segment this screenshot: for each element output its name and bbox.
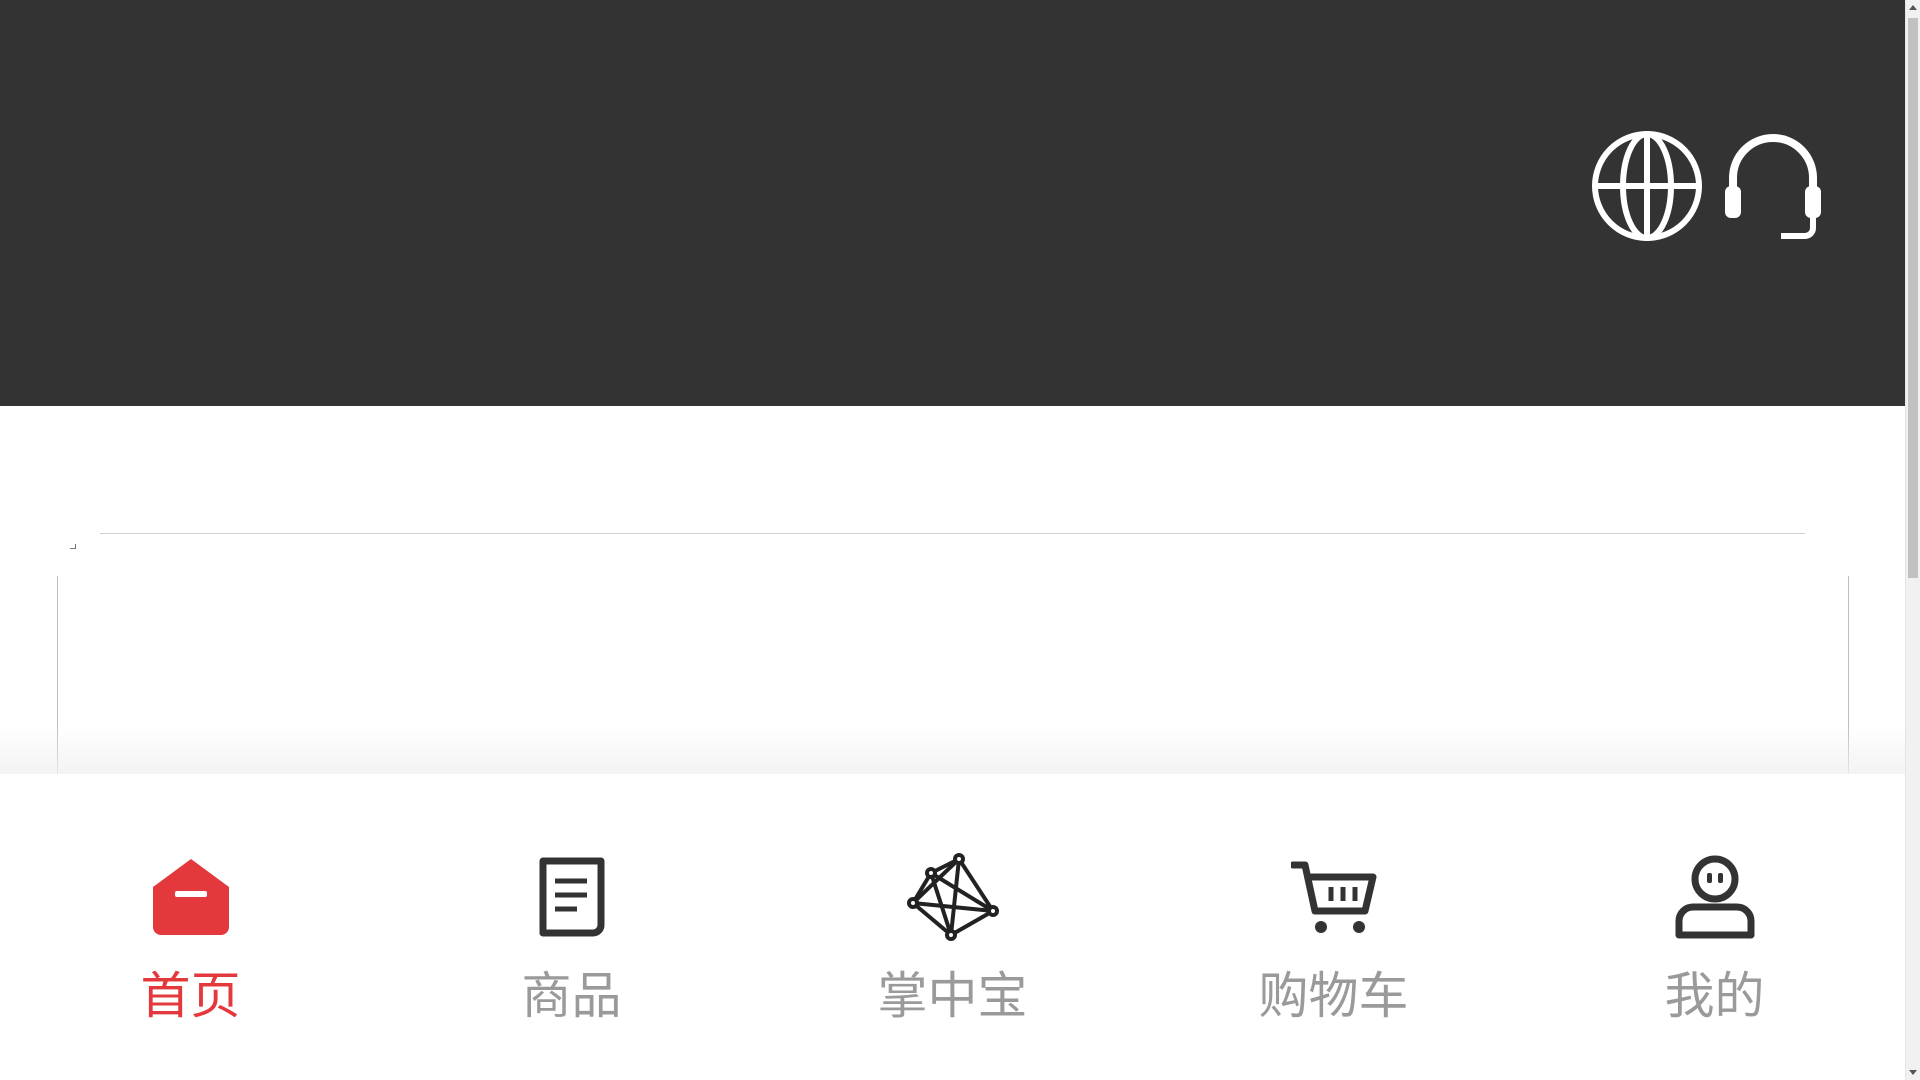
- tab-label: 购物车: [1258, 967, 1409, 1025]
- bottom-tabbar: 首页 商品 掌中宝 购物车 我的: [0, 774, 1905, 1080]
- resize-handle-icon: [70, 544, 76, 549]
- header-banner: [0, 0, 1905, 406]
- document-icon: [537, 852, 607, 942]
- tab-cart[interactable]: 购物车: [1143, 774, 1524, 1080]
- tab-label: 商品: [521, 967, 622, 1025]
- network-icon: [906, 852, 999, 942]
- scroll-down-icon[interactable]: [1909, 1070, 1917, 1075]
- tab-label: 我的: [1664, 967, 1765, 1025]
- app-page: 首页 商品 掌中宝 购物车 我的: [0, 0, 1920, 1080]
- scroll-thumb[interactable]: [1908, 18, 1918, 578]
- tab-products[interactable]: 商品: [381, 774, 762, 1080]
- home-icon: [151, 852, 231, 942]
- scroll-up-icon[interactable]: [1909, 5, 1917, 10]
- content-area: [0, 406, 1905, 780]
- user-icon: [1675, 852, 1755, 942]
- tab-zhangzhongbao[interactable]: 掌中宝: [762, 774, 1143, 1080]
- cart-icon: [1290, 852, 1377, 942]
- tab-mine[interactable]: 我的: [1524, 774, 1905, 1080]
- globe-icon[interactable]: [1591, 130, 1703, 242]
- tab-label: 首页: [140, 967, 241, 1025]
- divider-line: [100, 533, 1805, 534]
- tab-home[interactable]: 首页: [0, 774, 381, 1080]
- headset-icon[interactable]: [1723, 130, 1823, 242]
- vertical-scrollbar[interactable]: [1905, 0, 1920, 1080]
- tabbar-shadow: [0, 726, 1905, 780]
- header-actions: [1591, 130, 1823, 242]
- tab-label: 掌中宝: [877, 967, 1028, 1025]
